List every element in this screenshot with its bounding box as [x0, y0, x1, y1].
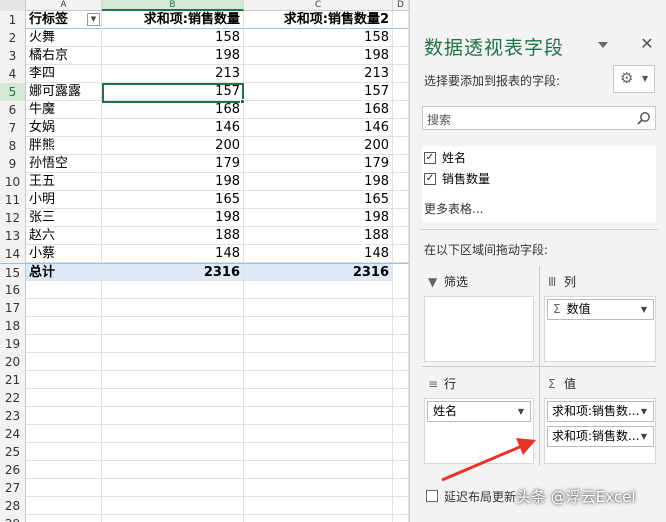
- annotation-arrow-icon: [441, 438, 536, 482]
- watermark: 头条 @浮云Excel: [516, 488, 636, 506]
